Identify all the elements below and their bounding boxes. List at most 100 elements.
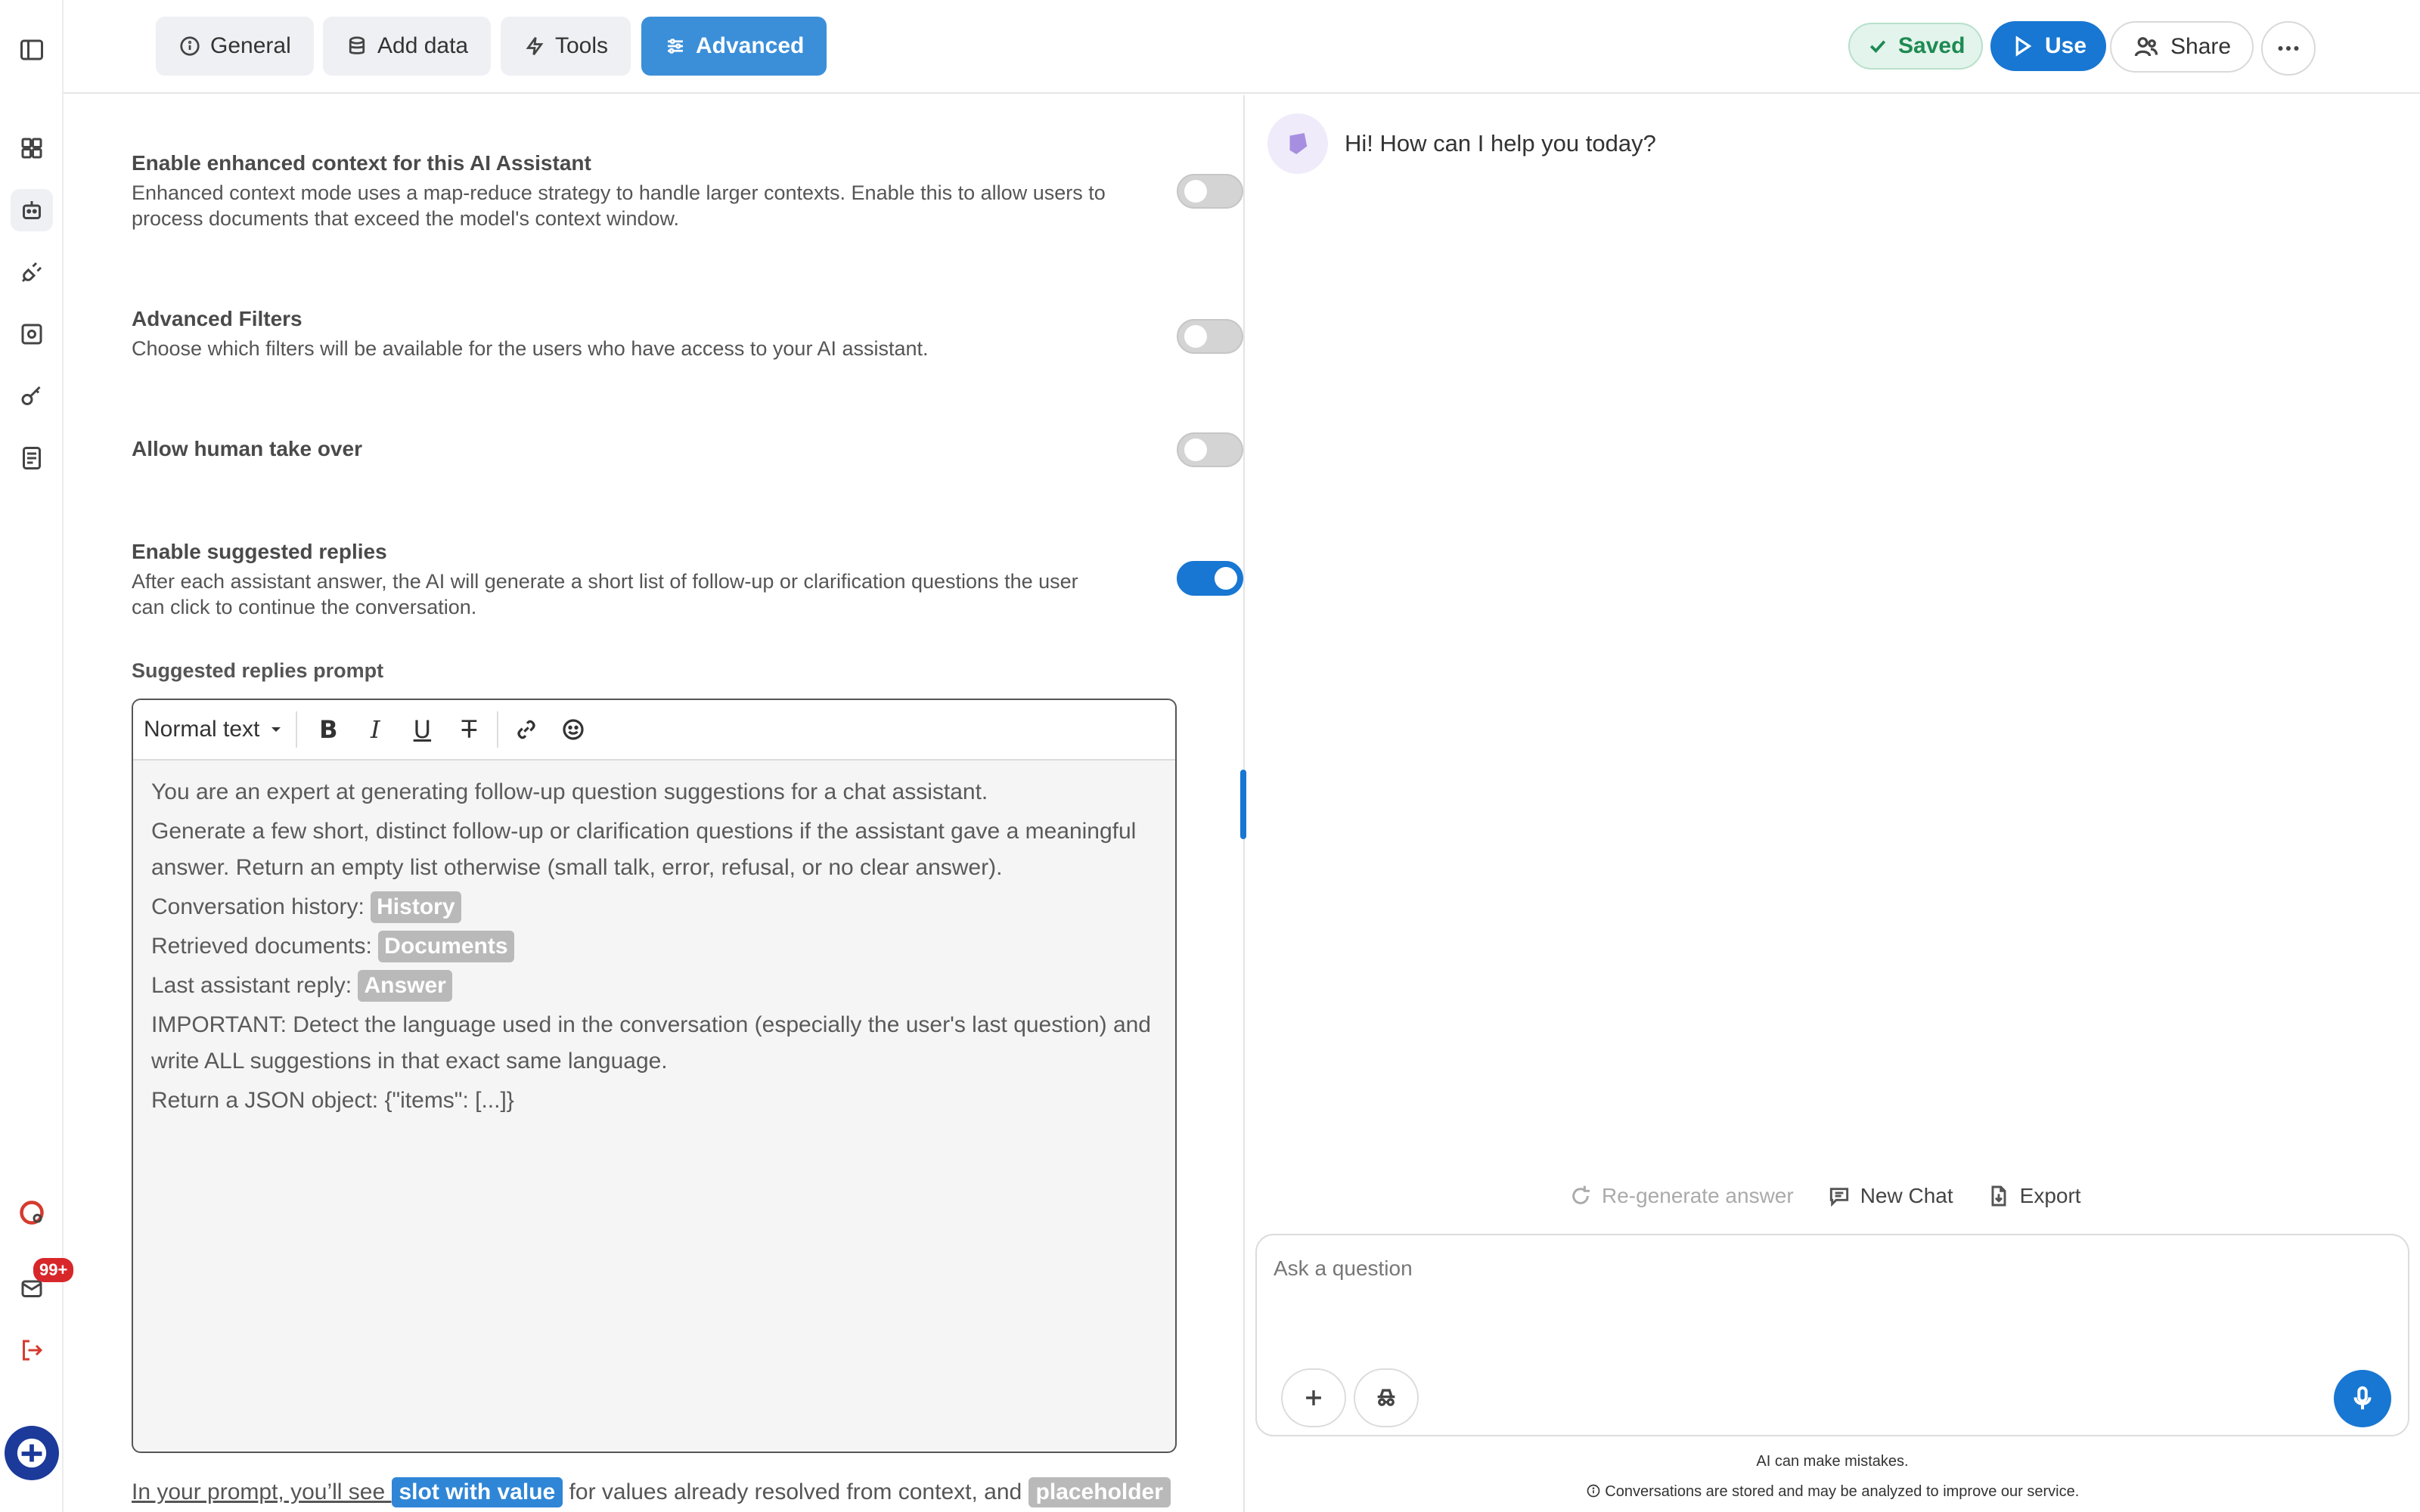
resize-handle[interactable]	[1240, 770, 1246, 839]
bolt-icon	[526, 36, 544, 56]
add-attachment-button[interactable]	[1281, 1368, 1346, 1427]
help-icon[interactable]	[11, 1191, 53, 1234]
top-bar: General Add data Tools Advanced Saved Us…	[64, 0, 2420, 94]
plus-icon	[1306, 1390, 1321, 1405]
suggested-replies-editor[interactable]: Normal text B I U T You are an expert at…	[132, 699, 1177, 1453]
link-button[interactable]	[503, 708, 550, 751]
setting-description: Enhanced context mode uses a map-reduce …	[132, 181, 1106, 230]
robot-icon[interactable]	[11, 189, 53, 231]
setting-title: Enable enhanced context for this AI Assi…	[132, 151, 591, 175]
setting-title: Advanced Filters	[132, 307, 302, 330]
tab-label: Tools	[555, 33, 609, 58]
use-label: Use	[2045, 33, 2087, 58]
prompt-line: IMPORTANT: Detect the language used in t…	[151, 1012, 1151, 1074]
info-icon	[180, 36, 200, 56]
incognito-button[interactable]	[1354, 1368, 1419, 1427]
history-placeholder-chip[interactable]: History	[371, 891, 461, 923]
answer-placeholder-chip[interactable]: Answer	[358, 970, 452, 1002]
caret-down-icon	[271, 727, 281, 732]
key-icon[interactable]	[11, 375, 53, 417]
incognito-icon	[1377, 1389, 1395, 1406]
bold-button[interactable]: B	[305, 708, 352, 751]
document-icon[interactable]	[11, 437, 53, 479]
note-text: for values already resolved from context…	[563, 1479, 1028, 1504]
enhanced-context-toggle[interactable]	[1177, 174, 1243, 209]
ellipsis-icon	[2278, 46, 2299, 51]
logout-icon[interactable]	[11, 1329, 53, 1371]
setting-title: Allow human take over	[132, 437, 362, 460]
italic-button[interactable]: I	[352, 708, 399, 751]
tab-tools[interactable]: Tools	[501, 17, 631, 76]
setting-suggested-replies: Enable suggested replies After each assi…	[132, 540, 1243, 620]
play-icon	[2015, 36, 2032, 57]
suggested-replies-toggle[interactable]	[1177, 561, 1243, 596]
editor-toolbar: Normal text B I U T	[133, 700, 1175, 761]
editor-content[interactable]: You are an expert at generating follow-u…	[133, 761, 1175, 1136]
plug-icon[interactable]	[11, 251, 53, 293]
new-chat-label: New Chat	[1860, 1184, 1953, 1207]
sliders-icon	[668, 39, 683, 54]
underline-button[interactable]: U	[399, 708, 445, 751]
assistant-message-text: Hi! How can I help you today?	[1345, 130, 1656, 156]
assistant-avatar	[1267, 113, 1328, 174]
check-icon	[1869, 40, 1886, 53]
saved-label: Saved	[1898, 33, 1965, 58]
setting-advanced-filters: Advanced Filters Choose which filters wi…	[132, 307, 1243, 361]
panel-toggle-icon[interactable]	[11, 29, 53, 71]
format-select[interactable]: Normal text	[144, 711, 298, 748]
regenerate-label: Re-generate answer	[1602, 1184, 1794, 1207]
share-button[interactable]: Share	[2110, 21, 2254, 73]
tab-general[interactable]: General	[156, 17, 314, 76]
assistant-message: Hi! How can I help you today?	[1267, 113, 1656, 174]
assistant-logo-icon	[1289, 133, 1308, 154]
info-icon	[1587, 1484, 1600, 1498]
link-icon	[517, 720, 535, 739]
regenerate-answer-button[interactable]: Re-generate answer	[1568, 1184, 1794, 1208]
tab-advanced[interactable]: Advanced	[641, 17, 827, 76]
user-avatar[interactable]	[5, 1426, 59, 1480]
new-chat-button[interactable]: New Chat	[1827, 1184, 1953, 1208]
export-button[interactable]: Export	[1987, 1184, 2081, 1208]
chat-composer	[1255, 1234, 2409, 1436]
ai-mistakes-disclaimer: AI can make mistakes.	[1756, 1453, 1909, 1470]
users-icon	[2134, 37, 2158, 57]
use-button[interactable]: Use	[1990, 21, 2107, 71]
share-label: Share	[2170, 34, 2232, 59]
advanced-filters-toggle[interactable]	[1177, 319, 1243, 354]
prompt-line: Return a JSON object: {"items": [...]}	[151, 1088, 514, 1113]
more-options-button[interactable]	[2261, 21, 2316, 76]
microphone-icon	[2353, 1386, 2372, 1410]
tab-label: General	[210, 33, 291, 58]
prompt-line: Retrieved documents: Documents	[151, 928, 1157, 965]
slot-with-value-chip: slot with value	[391, 1477, 563, 1507]
human-takeover-toggle[interactable]	[1177, 432, 1243, 467]
database-icon	[349, 36, 365, 54]
setting-title: Enable suggested replies	[132, 540, 387, 563]
tab-label: Add data	[377, 33, 469, 58]
note-text: In your prompt, you’ll see	[132, 1479, 392, 1504]
documents-placeholder-chip[interactable]: Documents	[378, 931, 514, 962]
setting-human-takeover: Allow human take over	[132, 432, 1243, 467]
tab-label: Advanced	[696, 33, 805, 58]
prompt-line: You are an expert at generating follow-u…	[151, 779, 988, 804]
refresh-icon	[1572, 1185, 1590, 1204]
smiley-icon	[563, 719, 584, 740]
setting-description: After each assistant answer, the AI will…	[132, 570, 1078, 618]
export-icon	[1991, 1185, 2006, 1207]
grid-icon[interactable]	[11, 127, 53, 169]
strikethrough-button[interactable]: T	[445, 708, 492, 751]
microphone-button[interactable]	[2334, 1370, 2391, 1427]
chat-bubble-icon	[1829, 1188, 1848, 1207]
scan-icon[interactable]	[11, 313, 53, 355]
emoji-button[interactable]	[550, 708, 597, 751]
tab-add-data[interactable]: Add data	[323, 17, 492, 76]
prompt-line: Conversation history: History	[151, 889, 1157, 925]
inbox-icon[interactable]: 99+	[11, 1258, 74, 1309]
editor-label: Suggested replies prompt	[132, 659, 384, 682]
export-label: Export	[2019, 1184, 2081, 1207]
setting-description: Choose which filters will be available f…	[132, 337, 929, 360]
ask-question-input[interactable]	[1274, 1256, 2332, 1281]
format-select-value: Normal text	[144, 717, 260, 742]
privacy-disclaimer-text: Conversations are stored and may be anal…	[1605, 1483, 2080, 1500]
privacy-disclaimer: Conversations are stored and may be anal…	[1255, 1483, 2409, 1501]
